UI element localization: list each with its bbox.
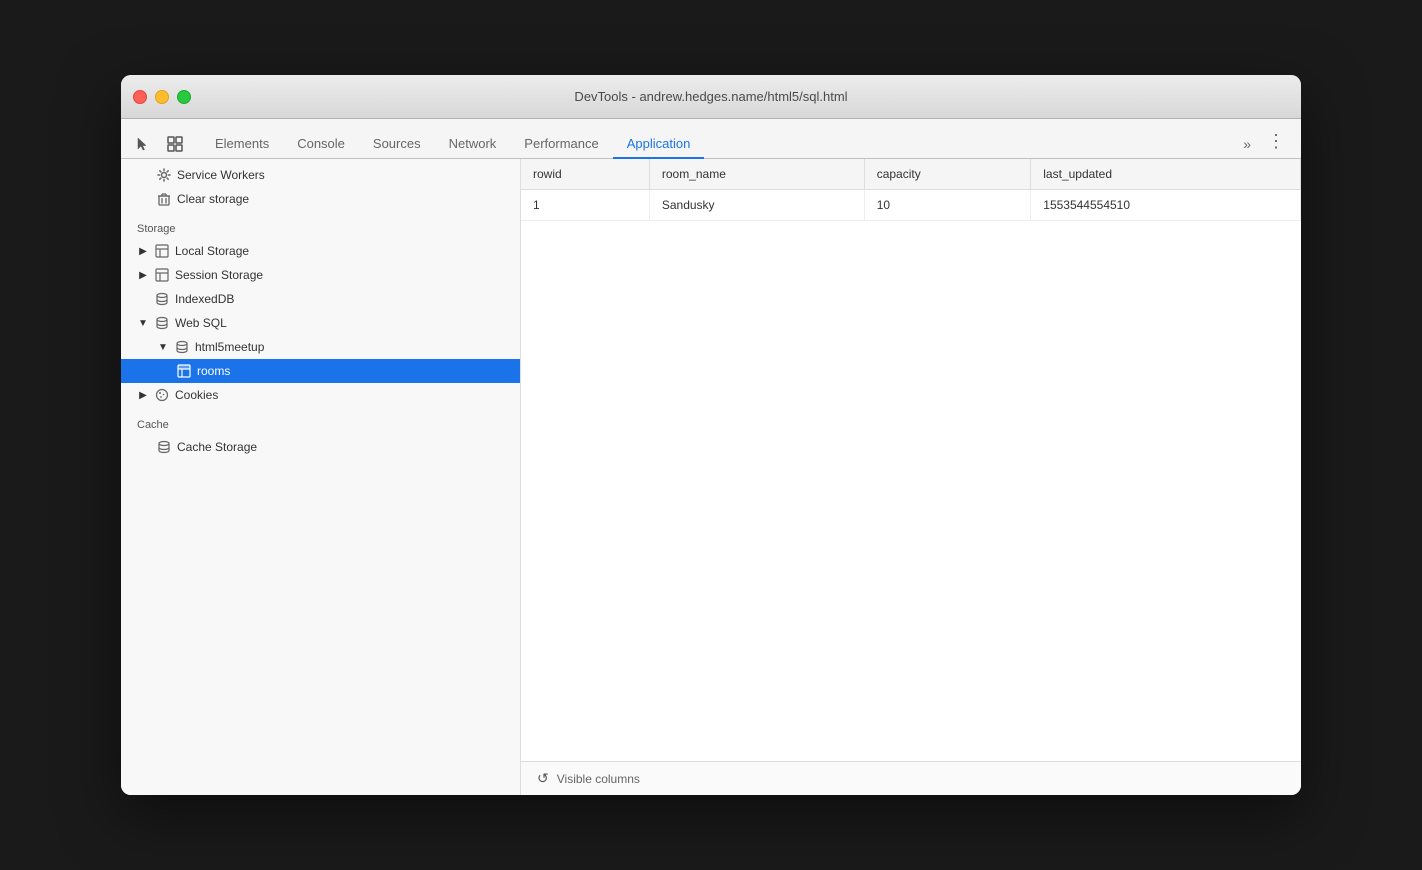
more-tabs-icon[interactable]: » xyxy=(1235,130,1259,158)
col-header-rowid: rowid xyxy=(521,159,649,190)
cell-room_name: Sandusky xyxy=(649,190,864,221)
col-header-last-updated: last_updated xyxy=(1031,159,1301,190)
sidebar-item-session-storage[interactable]: Session Storage xyxy=(121,263,520,287)
sidebar-item-local-storage[interactable]: Local Storage xyxy=(121,239,520,263)
web-sql-label: Web SQL xyxy=(175,316,227,330)
tabs: Elements Console Sources Network Perform… xyxy=(201,130,1235,158)
table-icon xyxy=(155,244,169,258)
data-panel: rowid room_name capacity last_updated 1S… xyxy=(521,159,1301,795)
sidebar-item-rooms[interactable]: rooms xyxy=(121,359,520,383)
cell-capacity: 10 xyxy=(864,190,1031,221)
table-icon-rooms xyxy=(177,364,191,378)
table-icon-session xyxy=(155,268,169,282)
tab-application[interactable]: Application xyxy=(613,130,705,159)
session-storage-chevron xyxy=(137,270,149,281)
sidebar-item-cache-storage[interactable]: Cache Storage xyxy=(121,435,520,459)
data-table: rowid room_name capacity last_updated 1S… xyxy=(521,159,1301,221)
devtools-window: DevTools - andrew.hedges.name/html5/sql.… xyxy=(121,75,1301,795)
storage-section-label: Storage xyxy=(121,211,520,239)
col-header-capacity: capacity xyxy=(864,159,1031,190)
trash-icon xyxy=(157,192,171,206)
html5meetup-chevron xyxy=(157,342,169,353)
data-footer: ↺ Visible columns xyxy=(521,761,1301,795)
db-icon-indexed xyxy=(155,292,169,306)
menu-icon[interactable]: ⋮ xyxy=(1259,125,1293,158)
tab-performance[interactable]: Performance xyxy=(510,130,612,159)
local-storage-label: Local Storage xyxy=(175,244,249,258)
table-row[interactable]: 1Sandusky101553544554510 xyxy=(521,190,1301,221)
main-content: Service Workers Clear storage Storage xyxy=(121,159,1301,795)
web-sql-chevron xyxy=(137,318,149,329)
window-title: DevTools - andrew.hedges.name/html5/sql.… xyxy=(574,89,847,104)
titlebar: DevTools - andrew.hedges.name/html5/sql.… xyxy=(121,75,1301,119)
maximize-button[interactable] xyxy=(177,90,191,104)
sidebar-item-cookies[interactable]: Cookies xyxy=(121,383,520,407)
html5meetup-label: html5meetup xyxy=(195,340,264,354)
indexeddb-label: IndexedDB xyxy=(175,292,234,306)
cell-last_updated: 1553544554510 xyxy=(1031,190,1301,221)
traffic-lights xyxy=(133,90,191,104)
rooms-label: rooms xyxy=(197,364,230,378)
close-button[interactable] xyxy=(133,90,147,104)
gear-icon xyxy=(157,168,171,182)
sidebar-item-service-workers[interactable]: Service Workers xyxy=(121,163,520,187)
db-icon-websql xyxy=(155,316,169,330)
sidebar-item-clear-storage[interactable]: Clear storage xyxy=(121,187,520,211)
sidebar-item-html5meetup[interactable]: html5meetup xyxy=(121,335,520,359)
tabbar-icons xyxy=(129,130,189,158)
col-header-room-name: room_name xyxy=(649,159,864,190)
cookies-label: Cookies xyxy=(175,388,218,402)
clear-storage-label: Clear storage xyxy=(177,192,249,206)
refresh-icon[interactable]: ↺ xyxy=(537,770,549,787)
tabbar: Elements Console Sources Network Perform… xyxy=(121,119,1301,159)
cursor-icon[interactable] xyxy=(129,130,157,158)
sidebar: Service Workers Clear storage Storage xyxy=(121,159,521,795)
session-storage-label: Session Storage xyxy=(175,268,263,282)
local-storage-chevron xyxy=(137,246,149,257)
visible-columns-label[interactable]: Visible columns xyxy=(557,772,640,786)
cache-section-label: Cache xyxy=(121,407,520,435)
cookie-icon xyxy=(155,388,169,402)
sidebar-item-web-sql[interactable]: Web SQL xyxy=(121,311,520,335)
tab-elements[interactable]: Elements xyxy=(201,130,283,159)
sidebar-item-indexeddb[interactable]: IndexedDB xyxy=(121,287,520,311)
cell-rowid: 1 xyxy=(521,190,649,221)
tab-console[interactable]: Console xyxy=(283,130,359,159)
minimize-button[interactable] xyxy=(155,90,169,104)
db-icon-html5meetup xyxy=(175,340,189,354)
table-container: rowid room_name capacity last_updated 1S… xyxy=(521,159,1301,761)
tab-sources[interactable]: Sources xyxy=(359,130,435,159)
db-icon-cache xyxy=(157,440,171,454)
cache-storage-label: Cache Storage xyxy=(177,440,257,454)
cookies-chevron xyxy=(137,390,149,401)
inspect-icon[interactable] xyxy=(161,130,189,158)
tab-network[interactable]: Network xyxy=(435,130,511,159)
service-workers-label: Service Workers xyxy=(177,168,265,182)
